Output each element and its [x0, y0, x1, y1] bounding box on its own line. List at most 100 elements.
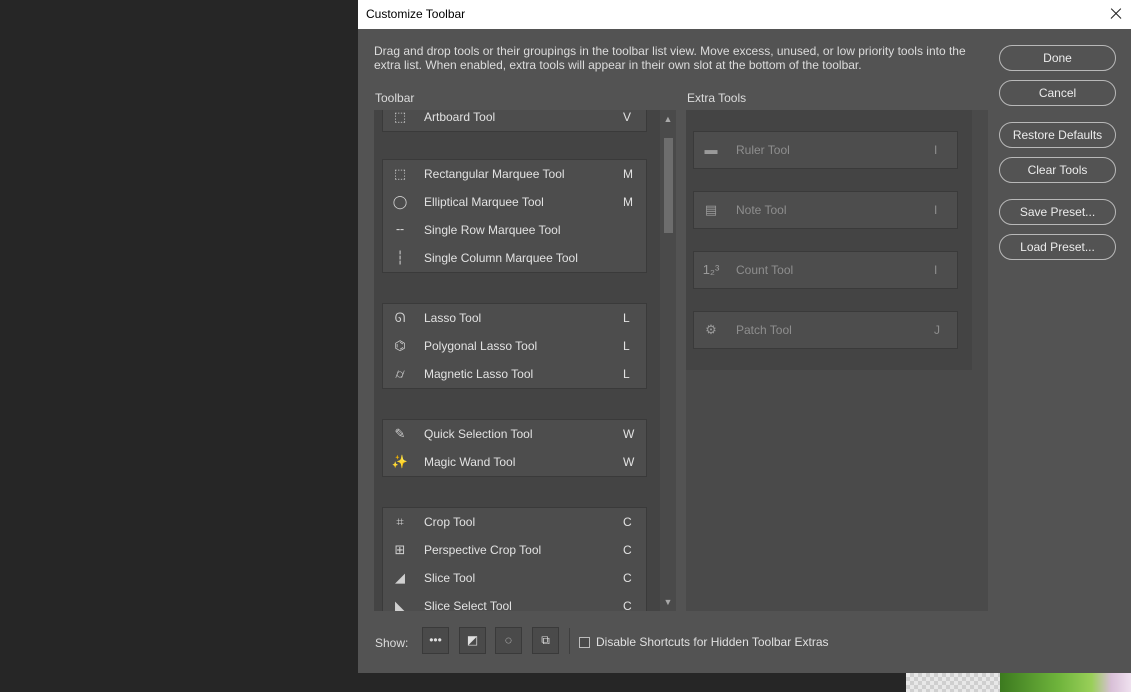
foreground-background-icon[interactable]: ◩	[459, 627, 486, 654]
tool-shortcut-key: C	[623, 571, 632, 585]
rectangular-marquee-icon: ⬚	[393, 166, 407, 181]
slice-select-icon: ◣	[395, 598, 405, 611]
tool-shortcut-key: L	[623, 339, 630, 353]
extra-tools-list[interactable]: ▬ Ruler Tool I ▤ Note Tool I 1₂³ Count Tool I ⚙ Pa…	[686, 110, 972, 370]
tool-name: Patch Tool	[736, 323, 792, 337]
tool-row[interactable]: ⌬ Polygonal Lasso Tool L	[383, 332, 646, 360]
clear-tools-button[interactable]: Clear Tools	[999, 157, 1116, 183]
done-button[interactable]: Done	[999, 45, 1116, 71]
tool-row[interactable]: ⌗ Crop Tool C	[383, 508, 646, 536]
tool-row[interactable]: ✨ Magic Wand Tool W	[383, 448, 646, 476]
scroll-up-icon[interactable]: ▲	[660, 112, 676, 126]
tool-row[interactable]: ┆ Single Column Marquee Tool	[383, 244, 646, 272]
tool-group[interactable]: ⬚ Artboard Tool V	[382, 110, 647, 132]
tool-row[interactable]: ⌭ Magnetic Lasso Tool L	[383, 360, 646, 388]
magic-wand-icon: ✨	[391, 454, 409, 469]
tool-name: Single Column Marquee Tool	[424, 251, 578, 265]
close-icon[interactable]	[1101, 0, 1131, 29]
quick-selection-icon: ✎	[394, 426, 406, 441]
tool-row[interactable]: ⬚ Artboard Tool V	[383, 110, 646, 131]
disable-shortcuts-label[interactable]: Disable Shortcuts for Hidden Toolbar Ext…	[596, 635, 829, 649]
tool-row[interactable]: ◯ Elliptical Marquee Tool M	[383, 188, 646, 216]
slice-icon: ◢	[395, 570, 405, 585]
dialog-titlebar: Customize Toolbar	[358, 0, 1131, 29]
save-preset-button[interactable]: Save Preset...	[999, 199, 1116, 225]
tool-row[interactable]: ᘏ Lasso Tool L	[383, 304, 646, 332]
tool-group[interactable]: ⌗ Crop Tool C ⊞ Perspective Crop Tool C ◢ Slice…	[382, 507, 647, 611]
tool-shortcut-key: C	[623, 599, 632, 611]
perspective-crop-icon: ⊞	[394, 542, 406, 557]
single-column-marquee-icon: ┆	[396, 250, 404, 265]
more-ellipsis-icon[interactable]: •••	[422, 627, 449, 654]
tool-shortcut-key: L	[623, 367, 630, 381]
tool-row[interactable]: ⬚ Rectangular Marquee Tool M	[383, 160, 646, 188]
tool-row[interactable]: ╌ Single Row Marquee Tool	[383, 216, 646, 244]
toolbar-panel-label: Toolbar	[375, 91, 415, 105]
tool-name: Single Row Marquee Tool	[424, 223, 561, 237]
tool-shortcut-key: M	[623, 167, 633, 181]
scroll-down-icon[interactable]: ▼	[660, 595, 676, 609]
tool-name: Ruler Tool	[736, 143, 790, 157]
cancel-button[interactable]: Cancel	[999, 80, 1116, 106]
extra-tools-panel-label: Extra Tools	[687, 91, 747, 105]
dialog-description: Drag and drop tools or their groupings i…	[374, 44, 966, 72]
toolbar-list-panel[interactable]: ⬚ Artboard Tool V ⬚ Rectangular Marquee Tool…	[374, 110, 676, 611]
tool-shortcut-key: V	[623, 110, 632, 124]
elliptical-marquee-icon: ◯	[392, 194, 408, 209]
screen-mode-icon[interactable]: ⧉	[532, 627, 559, 654]
show-label: Show:	[375, 636, 409, 650]
tool-row[interactable]: ⊞ Perspective Crop Tool C	[383, 536, 646, 564]
count-icon: 1₂³	[702, 262, 720, 277]
extra-tool-item[interactable]: ⚙ Patch Tool J	[693, 311, 958, 349]
single-row-marquee-icon: ╌	[396, 222, 404, 237]
tool-row[interactable]: ◣ Slice Select Tool C	[383, 592, 646, 611]
tool-shortcut-key: I	[934, 203, 938, 217]
tool-name: Slice Select Tool	[424, 599, 512, 611]
tool-shortcut-key: W	[623, 455, 635, 469]
tool-name: Quick Selection Tool	[424, 427, 533, 441]
tool-name: Lasso Tool	[424, 311, 482, 325]
tool-name: Elliptical Marquee Tool	[424, 195, 544, 209]
tool-name: Magnetic Lasso Tool	[424, 367, 534, 381]
note-icon: ▤	[704, 202, 718, 217]
tool-name: Magic Wand Tool	[424, 455, 516, 469]
tool-group[interactable]: ᘏ Lasso Tool L ⌬ Polygonal Lasso Tool L ⌭ Magne…	[382, 303, 647, 389]
tool-shortcut-key: L	[623, 311, 630, 325]
tool-name: Count Tool	[736, 263, 794, 277]
extra-tool-item[interactable]: 1₂³ Count Tool I	[693, 251, 958, 289]
extra-tools-panel[interactable]: ▬ Ruler Tool I ▤ Note Tool I 1₂³ Count Tool I ⚙ Pa…	[686, 110, 988, 611]
tool-shortcut-key: C	[623, 515, 632, 529]
footer-divider	[569, 628, 570, 654]
tool-shortcut-key: C	[623, 543, 632, 557]
tool-row[interactable]: ◢ Slice Tool C	[383, 564, 646, 592]
scrollbar-thumb[interactable]	[664, 138, 673, 233]
tool-name: Slice Tool	[424, 571, 476, 585]
tool-row[interactable]: ✎ Quick Selection Tool W	[383, 420, 646, 448]
patch-icon: ⚙	[705, 322, 717, 337]
dialog-title: Customize Toolbar	[366, 7, 466, 21]
lasso-icon: ᘏ	[394, 310, 406, 325]
magnetic-lasso-icon: ⌭	[395, 366, 405, 381]
tool-shortcut-key: M	[623, 195, 633, 209]
tool-name: Rectangular Marquee Tool	[424, 167, 565, 181]
crop-icon: ⌗	[396, 514, 404, 529]
tool-name: Crop Tool	[424, 515, 476, 529]
quick-mask-icon[interactable]: ◌	[495, 627, 522, 654]
tool-shortcut-key: J	[934, 323, 940, 337]
extra-tool-item[interactable]: ▬ Ruler Tool I	[693, 131, 958, 169]
toolbar-list[interactable]: ⬚ Artboard Tool V ⬚ Rectangular Marquee Tool…	[374, 110, 662, 611]
disable-shortcuts-checkbox[interactable]	[579, 637, 590, 648]
tool-name: Note Tool	[736, 203, 787, 217]
tool-group[interactable]: ✎ Quick Selection Tool W ✨ Magic Wand Tool W	[382, 419, 647, 477]
tool-group[interactable]: ⬚ Rectangular Marquee Tool M ◯ Elliptical Ma…	[382, 159, 647, 273]
toolbar-scrollbar[interactable]: ▲ ▼	[660, 110, 676, 611]
extra-tool-item[interactable]: ▤ Note Tool I	[693, 191, 958, 229]
canvas-image-fragment	[1000, 673, 1131, 692]
tool-shortcut-key: I	[934, 143, 938, 157]
load-preset-button[interactable]: Load Preset...	[999, 234, 1116, 260]
restore-defaults-button[interactable]: Restore Defaults	[999, 122, 1116, 148]
tool-name: Artboard Tool	[424, 110, 496, 124]
tool-name: Polygonal Lasso Tool	[424, 339, 538, 353]
artboard-icon: ⬚	[393, 110, 407, 124]
customize-toolbar-dialog: Customize Toolbar Drag and drop tools or…	[358, 0, 1131, 673]
